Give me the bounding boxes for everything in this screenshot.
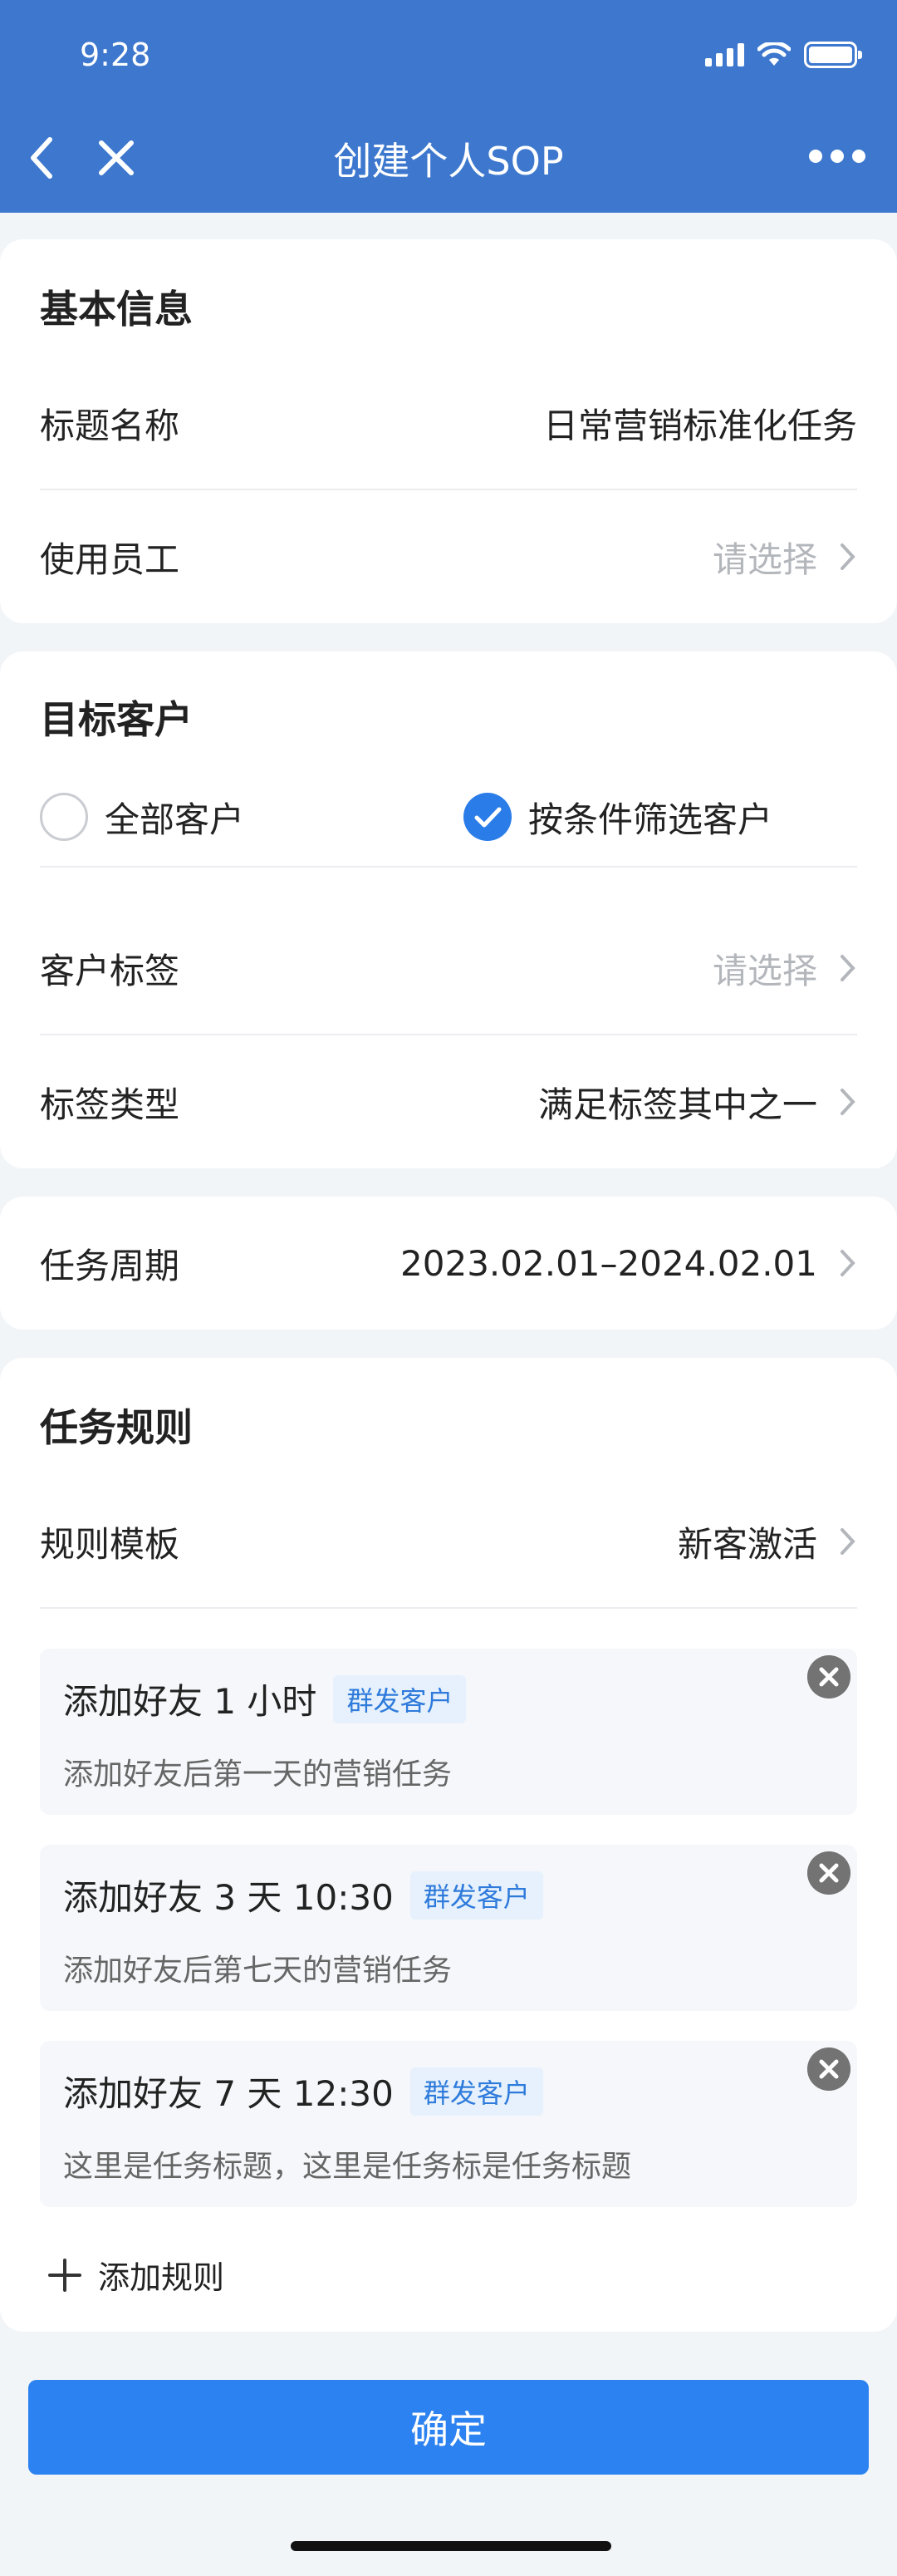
tag-type-row[interactable]: 标签类型 满足标签其中之一 — [40, 1035, 857, 1168]
remove-rule-icon[interactable] — [807, 1655, 850, 1698]
employee-value: 请选择 — [712, 538, 817, 580]
customer-tag-label: 客户标签 — [40, 950, 180, 991]
employee-label: 使用员工 — [40, 538, 180, 580]
employee-row[interactable]: 使用员工 请选择 — [40, 490, 857, 623]
customer-tag-row[interactable]: 客户标签 请选择 — [40, 902, 857, 1035]
section-title-task-rules: 任务规则 — [40, 1405, 193, 1450]
rule-item[interactable]: 添加好友 1 小时 群发客户 添加好友后第一天的营销任务 — [40, 1649, 857, 1815]
radio-checked-icon — [463, 793, 512, 841]
chevron-right-icon — [841, 543, 855, 570]
radio-unchecked-icon — [40, 793, 88, 841]
task-period-row[interactable]: 任务周期 2023.02.01–2024.02.01 — [40, 1197, 857, 1330]
more-icon[interactable] — [809, 150, 865, 163]
title-name-row[interactable]: 标题名称 日常营销标准化任务 — [40, 357, 857, 490]
plus-icon — [48, 2258, 81, 2292]
rule-tag: 群发客户 — [409, 2067, 543, 2116]
home-indicator — [291, 2541, 611, 2551]
rule-template-label: 规则模板 — [40, 1523, 180, 1565]
rule-title: 添加好友 7 天 12:30 — [63, 2073, 394, 2114]
tag-type-label: 标签类型 — [40, 1084, 180, 1125]
rule-tag: 群发客户 — [409, 1871, 543, 1920]
tag-type-value: 满足标签其中之一 — [537, 1084, 817, 1125]
rule-title: 添加好友 1 小时 — [63, 1681, 317, 1722]
radio-all-customers[interactable]: 全部客户 — [40, 792, 244, 843]
rule-description: 添加好友后第七天的营销任务 — [63, 1954, 453, 1988]
chevron-right-icon — [841, 955, 855, 981]
radio-filter-customers-label: 按条件筛选客户 — [528, 799, 773, 840]
rule-template-row[interactable]: 规则模板 新客激活 — [40, 1476, 857, 1609]
customer-tag-value: 请选择 — [712, 950, 817, 991]
task-period-label: 任务周期 — [40, 1245, 180, 1286]
radio-filter-customers[interactable]: 按条件筛选客户 — [463, 792, 772, 843]
signal-icon — [705, 43, 744, 66]
page-title: 创建个人SOP — [333, 139, 564, 184]
chevron-right-icon — [841, 1528, 855, 1555]
remove-rule-icon[interactable] — [807, 2048, 850, 2091]
title-name-value[interactable]: 日常营销标准化任务 — [543, 398, 857, 449]
app-header: 9:28 创建个人SOP — [0, 0, 897, 213]
battery-icon — [804, 42, 862, 68]
rule-item[interactable]: 添加好友 3 天 10:30 群发客户 添加好友后第七天的营销任务 — [40, 1845, 857, 2011]
add-rule-label: 添加规则 — [98, 2259, 225, 2296]
wifi-icon — [757, 42, 791, 66]
status-time: 9:28 — [80, 37, 151, 73]
rule-tag: 群发客户 — [333, 1674, 467, 1723]
rule-title: 添加好友 3 天 10:30 — [63, 1877, 394, 1918]
basic-info-card: 基本信息 标题名称 日常营销标准化任务 使用员工 请选择 — [0, 239, 897, 623]
title-name-label: 标题名称 — [40, 405, 180, 446]
add-rule-button[interactable]: 添加规则 — [47, 2252, 224, 2298]
status-icons — [705, 38, 862, 71]
task-period-value: 2023.02.01–2024.02.01 — [400, 1242, 817, 1284]
chevron-right-icon — [841, 1089, 855, 1115]
section-title-target-customers: 目标客户 — [40, 697, 193, 742]
chevron-right-icon — [841, 1250, 855, 1276]
rule-template-value: 新客激活 — [677, 1523, 817, 1565]
confirm-button[interactable]: 确定 — [28, 2380, 869, 2475]
section-title-basic-info: 基本信息 — [40, 287, 193, 332]
remove-rule-icon[interactable] — [807, 1851, 850, 1895]
target-customers-card: 目标客户 全部客户 按条件筛选客户 客户标签 请选择 标签类型 满足标签其中之一 — [0, 651, 897, 1168]
customer-scope-radio-group: 全部客户 按条件筛选客户 — [40, 768, 857, 868]
radio-all-customers-label: 全部客户 — [105, 799, 245, 840]
rule-description: 添加好友后第一天的营销任务 — [63, 1757, 453, 1792]
rule-description: 这里是任务标题，这里是任务标是任务标题 — [63, 2150, 632, 2184]
task-period-card: 任务周期 2023.02.01–2024.02.01 — [0, 1197, 897, 1330]
rule-item[interactable]: 添加好友 7 天 12:30 群发客户 这里是任务标题，这里是任务标是任务标题 — [40, 2041, 857, 2207]
